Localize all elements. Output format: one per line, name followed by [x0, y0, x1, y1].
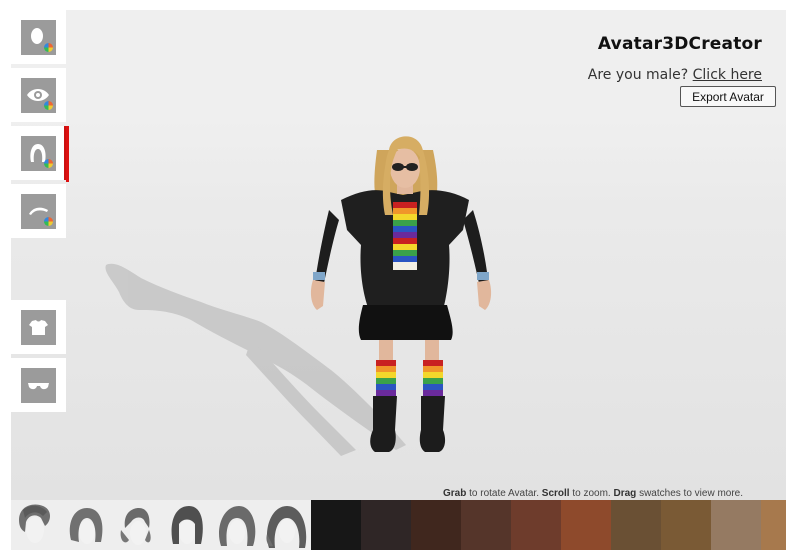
hint-grab-text: to rotate Avatar. — [469, 488, 539, 499]
color-swatch[interactable] — [411, 500, 461, 550]
sidebar-item-skin-color[interactable] — [11, 10, 66, 64]
color-swatch[interactable] — [661, 500, 711, 550]
gender-prompt-text: Are you male? — [587, 67, 689, 83]
sidebar-item-eye-color[interactable] — [11, 68, 66, 122]
head-icon — [21, 20, 56, 55]
color-swatch[interactable] — [711, 500, 761, 550]
color-wheel-icon — [44, 217, 53, 226]
hair-style-thumbnail[interactable] — [61, 500, 111, 550]
hair-style-thumbnail[interactable] — [11, 500, 61, 550]
hint-drag-text: swatches to view more. — [639, 488, 744, 499]
color-wheel-icon — [44, 159, 53, 168]
color-swatch[interactable] — [611, 500, 661, 550]
hint-drag: Drag — [613, 488, 637, 499]
color-swatch[interactable] — [361, 500, 411, 550]
color-swatch[interactable] — [561, 500, 611, 550]
hint-scroll-text: to zoom. — [572, 488, 611, 499]
hair-icon — [21, 136, 56, 171]
avatar-model[interactable] — [11, 10, 786, 500]
glasses-icon — [21, 368, 56, 403]
color-swatch[interactable] — [311, 500, 361, 550]
hair-style-thumbnail[interactable] — [111, 500, 161, 550]
hair-style-thumbnail[interactable] — [261, 500, 311, 550]
sidebar-item-outfit[interactable] — [11, 300, 66, 354]
export-avatar-button[interactable]: Export Avatar — [680, 86, 776, 107]
color-swatch[interactable] — [761, 500, 786, 550]
eye-icon — [21, 78, 56, 113]
sidebar-item-accessories[interactable] — [11, 358, 66, 412]
avatar-viewport[interactable]: Avatar3DCreator Are you male? Click here… — [11, 10, 786, 500]
shirt-icon — [21, 310, 56, 345]
hair-color-swatches[interactable] — [311, 500, 786, 550]
hair-style-thumbnail[interactable] — [161, 500, 211, 550]
sidebar-item-brow-color[interactable] — [11, 184, 66, 238]
eyebrow-icon — [21, 194, 56, 229]
color-wheel-icon — [44, 43, 53, 52]
app-title: Avatar3DCreator — [597, 34, 762, 54]
hint-scroll: Scroll — [541, 488, 570, 499]
color-swatch[interactable] — [461, 500, 511, 550]
controls-hint: Grab to rotate Avatar. Scroll to zoom. D… — [443, 488, 743, 499]
sidebar-item-hair-style[interactable] — [11, 126, 69, 182]
hair-style-strip[interactable] — [11, 500, 311, 550]
hair-style-thumbnail[interactable] — [211, 500, 261, 550]
color-swatch[interactable] — [511, 500, 561, 550]
color-wheel-icon — [44, 101, 53, 110]
gender-switch-link[interactable]: Click here — [693, 67, 762, 83]
gender-switch-prompt: Are you male? Click here — [588, 67, 762, 83]
hint-grab: Grab — [443, 488, 467, 499]
